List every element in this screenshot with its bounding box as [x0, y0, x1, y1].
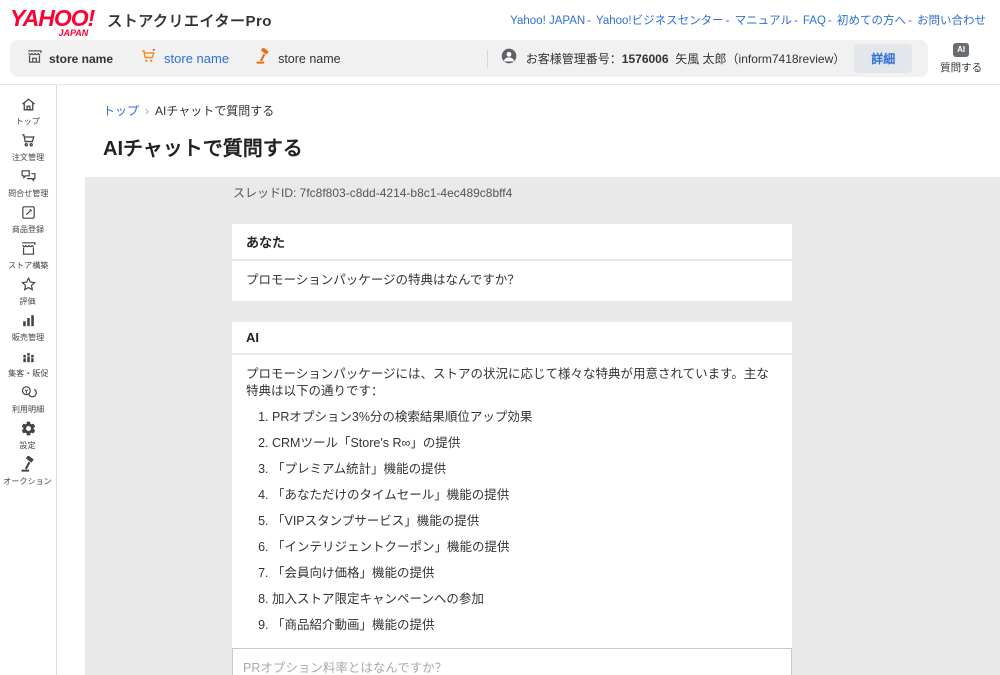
sidebar-item-promotion[interactable]: 集客・販促 [0, 346, 56, 381]
store-name-storefront[interactable]: store name [26, 48, 113, 70]
ai-benefit-list: PRオプション3%分の検索結果順位アップ効果 CRMツール「Store's R∞… [246, 409, 778, 635]
breadcrumb: トップ›AIチャットで質問する [103, 102, 1000, 119]
sidebar-item-inquiries[interactable]: 問合せ管理 [0, 166, 56, 201]
ai-message-intro: プロモーションパッケージには、ストアの状況に応じて様々な特典が用意されています。… [246, 366, 778, 401]
store-name-label: store name [49, 52, 113, 66]
ai-question-shortcut[interactable]: AI 質問する [932, 43, 990, 75]
page-title: AIチャットで質問する [103, 132, 1000, 161]
sidebar-item-product-registration[interactable]: 商品登録 [0, 202, 56, 237]
sidebar-item-ratings[interactable]: 評価 [0, 274, 56, 309]
sidebar: トップ 注文管理 問合せ管理 商品登録 ストア構築 評価 販売管理 集客・販促 [0, 85, 57, 675]
ai-message-label: AI [232, 322, 792, 353]
header-link-business-center[interactable]: Yahoo!ビジネスセンター [596, 15, 724, 27]
ai-benefit-item: CRMツール「Store's R∞」の提供 [272, 435, 778, 453]
header-link-beginners[interactable]: 初めての方へ [837, 15, 906, 27]
sidebar-item-top[interactable]: トップ [0, 94, 56, 129]
coins-icon [20, 384, 37, 401]
storefront-icon [26, 48, 43, 70]
user-message-label: あなた [232, 224, 792, 259]
sidebar-item-auction[interactable]: オークション [0, 454, 56, 489]
cart-icon [139, 48, 158, 70]
header-links: Yahoo! JAPAN- Yahoo!ビジネスセンター- マニュアル- FAQ… [510, 12, 986, 28]
sidebar-item-usage-details[interactable]: 利用明細 [0, 382, 56, 417]
divider [487, 50, 488, 68]
ai-benefit-item: 「商品紹介動画」機能の提供 [272, 617, 778, 635]
sidebar-item-settings[interactable]: 設定 [0, 418, 56, 453]
header-link-yahoo-japan[interactable]: Yahoo! JAPAN [510, 15, 585, 27]
auction-hammer-icon [20, 456, 37, 473]
main-content: トップ›AIチャットで質問する AIチャットで質問する スレッドID: 7fc8… [57, 85, 1000, 675]
header-link-contact[interactable]: お問い合わせ [917, 15, 986, 27]
breadcrumb-current: AIチャットで質問する [155, 104, 274, 118]
gear-icon [20, 420, 37, 437]
account-name: 矢風 太郎（inform7418review） [675, 52, 845, 66]
ai-benefit-item: 「あなただけのタイムセール」機能の提供 [272, 487, 778, 505]
account-info: お客様管理番号：1576006 矢風 太郎（inform7418review） [526, 50, 845, 67]
store-name-auction[interactable]: store name [255, 48, 341, 70]
store-name-label: store name [278, 52, 341, 66]
chat-input[interactable] [232, 648, 792, 675]
audience-icon [20, 348, 37, 365]
chat-bubbles-icon [20, 168, 37, 185]
ai-badge-icon: AI [953, 43, 969, 57]
sidebar-item-store-building[interactable]: ストア構築 [0, 238, 56, 273]
ai-benefit-item: 「プレミアム統計」機能の提供 [272, 461, 778, 479]
store-bar-row: store name store name [0, 40, 1000, 85]
store-name-label: store name [164, 51, 229, 66]
sidebar-item-sales-management[interactable]: 販売管理 [0, 310, 56, 345]
header-link-faq[interactable]: FAQ [803, 15, 826, 27]
logo-brand-text: YAHOO! [10, 5, 94, 31]
storefront-icon [20, 240, 37, 257]
cart-icon [20, 132, 37, 149]
top-header: YAHOO!JAPAN ストアクリエイターPro Yahoo! JAPAN- Y… [0, 0, 1000, 40]
edit-icon [20, 204, 37, 221]
user-message: プロモーションパッケージの特典はなんですか？ [232, 261, 792, 301]
auction-hammer-icon [255, 48, 272, 70]
ai-benefit-item: 加入ストア限定キャンペーンへの参加 [272, 591, 778, 609]
thread-id: スレッドID: 7fc8f803-c8dd-4214-b8c1-4ec489c8… [233, 184, 1000, 201]
detail-button[interactable]: 詳細 [854, 44, 912, 73]
breadcrumb-home-link[interactable]: トップ [103, 104, 139, 118]
ai-benefit-item: PRオプション3%分の検索結果順位アップ効果 [272, 409, 778, 427]
ai-benefit-item: 「VIPスタンプサービス」機能の提供 [272, 513, 778, 531]
header-link-manual[interactable]: マニュアル [735, 15, 792, 27]
home-icon [20, 96, 37, 113]
store-name-shopping[interactable]: store name [139, 48, 229, 70]
star-icon [20, 276, 37, 293]
logo-japan-text: JAPAN [58, 29, 88, 38]
chat-panel: スレッドID: 7fc8f803-c8dd-4214-b8c1-4ec489c8… [85, 177, 1000, 675]
ai-shortcut-label: 質問する [940, 60, 982, 75]
ai-message: プロモーションパッケージには、ストアの状況に応じて様々な特典が用意されています。… [232, 355, 792, 648]
ai-benefit-item: 「インテリジェントクーポン」機能の提供 [272, 539, 778, 557]
breadcrumb-separator: › [139, 104, 155, 118]
yahoo-japan-logo[interactable]: YAHOO!JAPAN [10, 5, 98, 36]
store-bar: store name store name [10, 40, 928, 77]
account-number: 1576006 [622, 52, 669, 66]
product-title: ストアクリエイターPro [107, 10, 272, 31]
ai-benefit-item: 「会員向け価格」機能の提供 [272, 565, 778, 583]
sidebar-item-orders[interactable]: 注文管理 [0, 130, 56, 165]
bar-chart-icon [20, 312, 37, 329]
user-avatar-icon [501, 48, 517, 69]
